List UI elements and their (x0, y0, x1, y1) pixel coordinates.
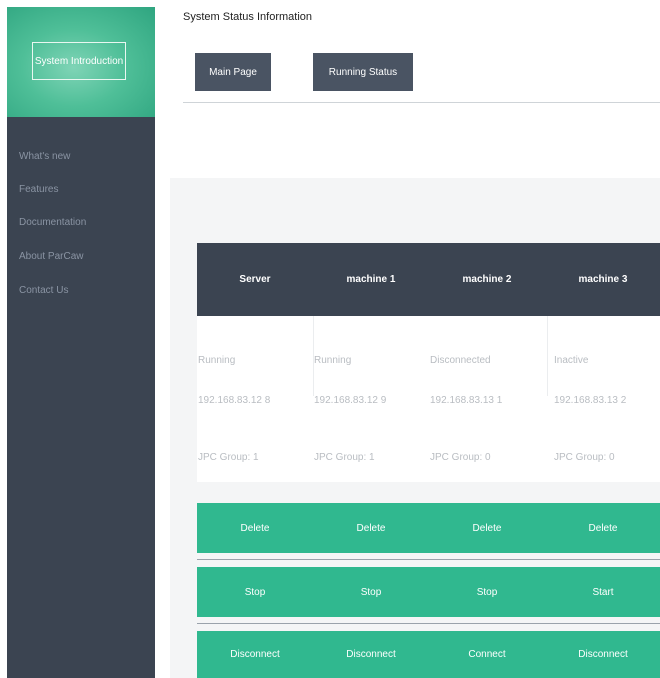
disconnect-button-machine-3[interactable]: Disconnect (545, 631, 660, 678)
table-header: Server machine 1 machine 2 machine 3 (197, 243, 660, 316)
delete-button-machine-2[interactable]: Delete (429, 503, 545, 553)
sidebar-item-whats-new[interactable]: What's new (19, 151, 70, 162)
group-cell-server: JPC Group: 1 (198, 452, 259, 463)
delete-button-machine-1[interactable]: Delete (313, 503, 429, 553)
running-status-button[interactable]: Running Status (313, 53, 413, 91)
start-button-machine-3[interactable]: Start (545, 567, 660, 617)
header-divider (183, 102, 660, 103)
sidebar-item-about[interactable]: About ParCaw (19, 251, 83, 262)
ip-cell-server: 192.168.83.12 8 (198, 395, 271, 406)
sidebar-item-features[interactable]: Features (19, 184, 58, 195)
status-cell-server: Running (198, 355, 236, 366)
sidebar-item-documentation[interactable]: Documentation (19, 217, 86, 228)
stop-button-machine-1[interactable]: Stop (313, 567, 429, 617)
column-divider (547, 316, 548, 396)
disconnect-button-server[interactable]: Disconnect (197, 631, 313, 678)
row-divider (197, 559, 660, 560)
group-cell-machine-1: JPC Group: 1 (314, 452, 375, 463)
group-cell-machine-2: JPC Group: 0 (430, 452, 491, 463)
group-cell-machine-3: JPC Group: 0 (554, 452, 615, 463)
delete-button-server[interactable]: Delete (197, 503, 313, 553)
ip-cell-machine-3: 192.168.83.13 2 (554, 395, 627, 406)
sidebar: System Introduction What's new Features … (7, 7, 155, 678)
ip-cell-machine-2: 192.168.83.13 1 (430, 395, 503, 406)
column-header-machine-3: machine 3 (578, 274, 628, 285)
ip-cell-machine-1: 192.168.83.12 9 (314, 395, 387, 406)
row-divider (197, 623, 660, 624)
stop-row: Stop Stop Stop Start (197, 567, 660, 617)
sidebar-header: System Introduction (7, 7, 155, 117)
column-header-server: Server (239, 274, 271, 285)
column-header-machine-2: machine 2 (462, 274, 512, 285)
connect-button-machine-2[interactable]: Connect (429, 631, 545, 678)
sidebar-item-contact[interactable]: Contact Us (19, 285, 68, 296)
delete-button-machine-3[interactable]: Delete (545, 503, 660, 553)
main-page-button[interactable]: Main Page (195, 53, 271, 91)
delete-row: Delete Delete Delete Delete (197, 503, 660, 553)
status-cell-machine-3: Inactive (554, 355, 589, 366)
column-header-machine-1: machine 1 (346, 274, 396, 285)
status-cell-machine-1: Running (314, 355, 352, 366)
disconnect-button-machine-1[interactable]: Disconnect (313, 631, 429, 678)
stop-button-server[interactable]: Stop (197, 567, 313, 617)
status-cell-machine-2: Disconnected (430, 355, 491, 366)
system-introduction-button[interactable]: System Introduction (32, 42, 126, 80)
page-title: System Status Information (183, 11, 312, 23)
stop-button-machine-2[interactable]: Stop (429, 567, 545, 617)
connect-row: Disconnect Disconnect Connect Disconnect (197, 631, 660, 678)
